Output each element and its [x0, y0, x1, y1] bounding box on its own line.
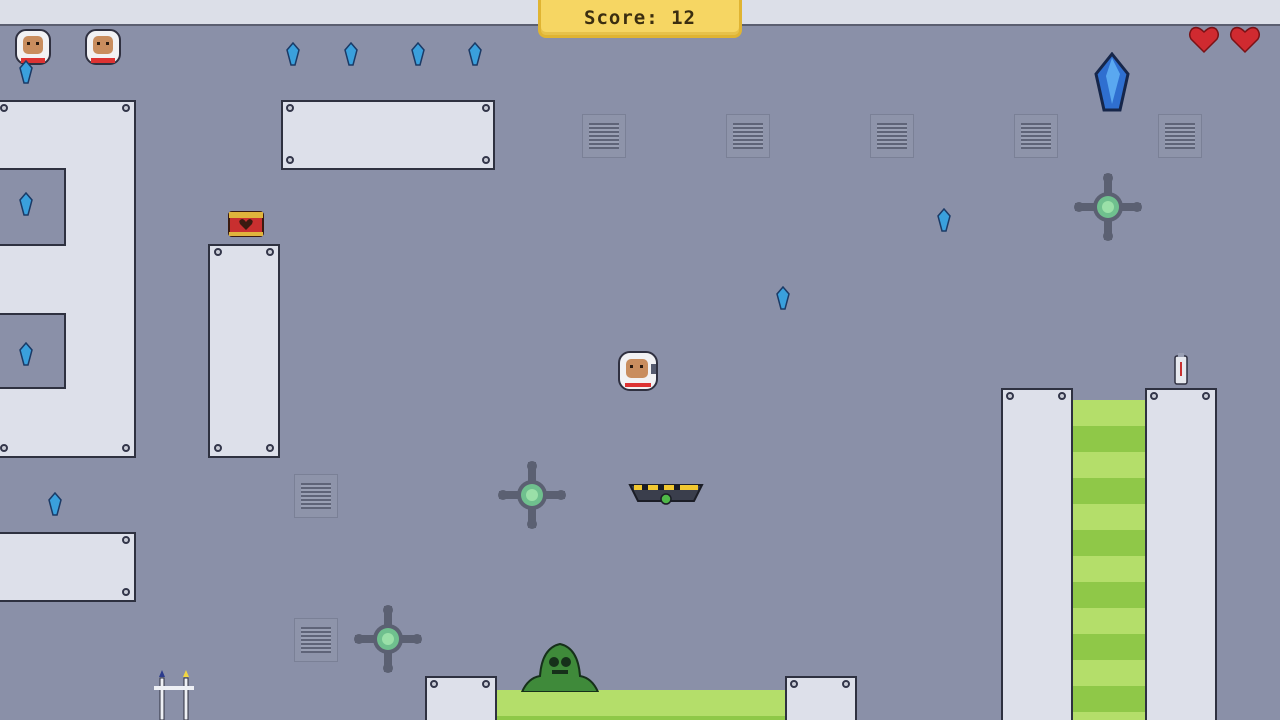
gem-icon[interactable] — [19, 342, 33, 366]
bolt — [0, 104, 8, 112]
hover-platform — [628, 484, 704, 505]
pillar-panel — [208, 244, 280, 458]
score-label: Score: — [584, 6, 659, 29]
wall-vent — [294, 474, 338, 518]
gem-icon[interactable] — [937, 208, 951, 232]
wall-vent — [1158, 114, 1202, 158]
bolt — [482, 104, 490, 112]
score-badge: Score: 12 — [538, 0, 742, 38]
gem-icon[interactable] — [19, 60, 33, 84]
treasure-chest-icon[interactable] — [227, 208, 265, 238]
slime-column — [1073, 400, 1145, 720]
bolt — [430, 680, 438, 688]
bolt — [1006, 392, 1014, 400]
floating-panel — [281, 100, 495, 170]
security-drone-icon — [354, 605, 422, 673]
bolt — [214, 444, 222, 452]
wall-notch — [0, 168, 66, 246]
score-value: 12 — [671, 6, 696, 29]
heart-icon — [1188, 26, 1220, 54]
tall-pillar — [1145, 388, 1217, 720]
slime-monster-enemy — [520, 642, 600, 692]
bolt — [266, 248, 274, 256]
bolt — [1058, 392, 1066, 400]
wall-vent — [294, 618, 338, 662]
wall-vent — [1014, 114, 1058, 158]
bolt — [1150, 392, 1158, 400]
wall-vent — [870, 114, 914, 158]
game-screen[interactable]: Score: 12 — [0, 0, 1280, 720]
bolt — [122, 104, 130, 112]
security-drone-icon — [1074, 173, 1142, 241]
bolt — [842, 680, 850, 688]
gem-icon[interactable] — [776, 286, 790, 310]
wall-vent — [582, 114, 626, 158]
bolt — [0, 444, 8, 452]
bolt — [214, 248, 222, 256]
bolt — [122, 444, 130, 452]
tall-pillar — [1001, 388, 1073, 720]
gem-icon[interactable] — [19, 192, 33, 216]
gem-icon[interactable] — [286, 42, 300, 66]
life-astronaut-icon — [85, 29, 121, 65]
large-crystal-icon — [1094, 52, 1130, 112]
slime-pool — [497, 690, 785, 720]
gem-icon[interactable] — [344, 42, 358, 66]
gas-canister-icon — [1174, 353, 1188, 385]
bolt — [122, 536, 130, 544]
security-drone-icon — [498, 461, 566, 529]
ledge-panel — [0, 532, 136, 602]
bolt — [790, 680, 798, 688]
wall-notch — [0, 313, 66, 389]
bolt — [286, 104, 294, 112]
bolt — [286, 156, 294, 164]
wall-panel — [0, 100, 136, 458]
gem-icon[interactable] — [468, 42, 482, 66]
player-astronaut[interactable] — [617, 350, 659, 394]
wall-vent — [726, 114, 770, 158]
bolt — [266, 444, 274, 452]
lamp-post-icon — [154, 670, 194, 720]
bolt — [122, 588, 130, 596]
bolt — [1202, 392, 1210, 400]
bolt — [482, 680, 490, 688]
bolt — [482, 156, 490, 164]
heart-icon — [1229, 26, 1261, 54]
gem-icon[interactable] — [48, 492, 62, 516]
gem-icon[interactable] — [411, 42, 425, 66]
